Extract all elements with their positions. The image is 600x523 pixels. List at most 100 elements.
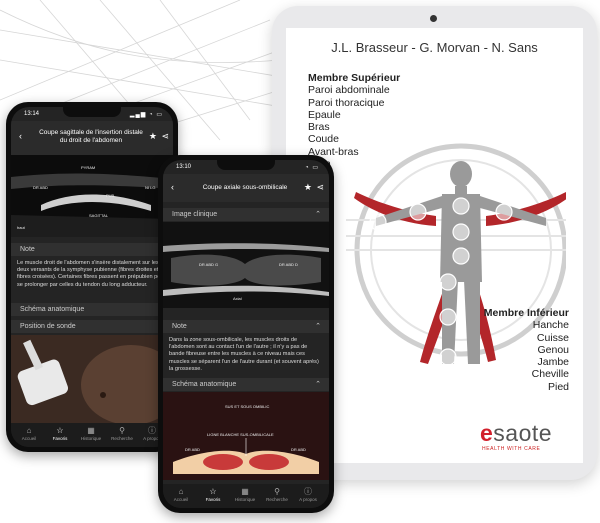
tab-recherche[interactable]: ⚲ Recherche xyxy=(105,426,139,441)
favorite-star-icon[interactable]: ★ xyxy=(304,182,312,193)
share-icon[interactable]: ⋖ xyxy=(161,131,169,142)
esaote-logo: esaote HEALTH WITH CARE xyxy=(466,420,578,456)
schema-label-linea: LIGNE BLANCHE SUS-OMBILICALE xyxy=(207,432,274,437)
inferior-item[interactable]: Jambe xyxy=(484,356,569,368)
superior-item[interactable]: Paroi thoracique xyxy=(308,97,400,109)
inferior-item[interactable]: Cheville xyxy=(484,368,569,380)
tablet-camera xyxy=(430,15,437,22)
favorite-star-icon[interactable]: ★ xyxy=(149,131,157,142)
tab-historique[interactable]: ▦ Historique xyxy=(74,426,108,441)
tab-a-propos[interactable]: ⓘ A propos xyxy=(291,487,325,502)
ultrasound-image: DR ABD G DR ABD D Axial xyxy=(163,222,329,308)
home-icon: ⌂ xyxy=(26,426,32,435)
note-text: Dans la zone sous-ombilicale, les muscle… xyxy=(169,337,319,372)
position-section-header[interactable]: Position de sonde xyxy=(11,320,173,333)
us-label-pub: PUB xyxy=(106,193,115,198)
esaote-name: saote xyxy=(493,420,553,446)
tab-favoris[interactable]: ☆ Favoris xyxy=(196,487,230,502)
back-chevron-icon[interactable]: ‹ xyxy=(171,182,174,192)
esaote-wordmark: esaote xyxy=(480,420,552,447)
chevron-up-icon: ⌃ xyxy=(315,381,321,388)
us-label-dr-abd-g: DR ABD G xyxy=(199,262,219,267)
phone-left: 13:14 ▂▄▆ ◔ ▭ ‹ Coupe sagittale de l'ins… xyxy=(6,102,178,452)
superior-item[interactable]: Avant-bras xyxy=(308,146,400,158)
schema-heading: Schéma anatomique xyxy=(20,306,85,313)
membre-inferieur-list: Membre Inférieur Hanche Cuisse Genou Jam… xyxy=(484,307,569,393)
superior-item[interactable]: Bras xyxy=(308,121,400,133)
us-label-haut: haut xyxy=(17,225,25,230)
membre-superieur-title[interactable]: Membre Supérieur xyxy=(308,72,400,84)
inferior-item[interactable]: Pied xyxy=(484,381,569,393)
page-title: Coupe sagittale de l'insertion distale d… xyxy=(39,129,143,144)
note-heading: Note xyxy=(20,246,35,253)
us-label-dr-abd: DR ABD xyxy=(33,185,48,190)
esaote-initial: e xyxy=(480,420,494,446)
tab-accueil[interactable]: ⌂ Accueil xyxy=(12,426,46,441)
membre-superieur-list: Membre Supérieur Paroi abdominale Paroi … xyxy=(308,72,400,170)
us-label-pyram: PYRAM xyxy=(81,165,96,170)
ultrasound-image: PYRAM DR ABD PUB NI LG SAGITTAL haut xyxy=(11,155,173,237)
position-heading: Position de sonde xyxy=(20,323,76,330)
tab-recherche[interactable]: ⚲ Recherche xyxy=(260,487,294,502)
authors-title: J.L. Brasseur - G. Morvan - N. Sans xyxy=(331,40,538,55)
phone-notch xyxy=(217,160,275,170)
schema-heading: Schéma anatomique xyxy=(172,381,237,388)
back-chevron-icon[interactable]: ‹ xyxy=(19,131,22,141)
note-section-header[interactable]: Note xyxy=(11,243,173,256)
chevron-up-icon: ⌃ xyxy=(315,323,321,330)
inferior-item[interactable]: Genou xyxy=(484,344,569,356)
schema-label-top: SUS ET SOUS OMBILIC xyxy=(225,404,270,409)
tab-historique[interactable]: ▦ Historique xyxy=(228,487,262,502)
superior-item[interactable]: Paroi abdominale xyxy=(308,84,400,96)
status-icons: ▂▄▆ ◔ ▭ xyxy=(129,112,163,118)
note-heading: Note xyxy=(172,323,187,330)
probe-position-photo xyxy=(11,335,173,423)
nav-bar: ‹ Coupe axiale sous-ombilicale ★ ⋖ xyxy=(163,174,329,202)
info-icon: ⓘ xyxy=(304,487,312,496)
membre-inferieur-title[interactable]: Membre Inférieur xyxy=(484,307,569,319)
nav-bar: ‹ Coupe sagittale de l'insertion distale… xyxy=(11,121,173,155)
note-section-header[interactable]: Note ⌃ xyxy=(163,320,329,333)
chevron-up-icon: ⌃ xyxy=(315,211,321,218)
phone-right: 13:10 ◔ ▭ ‹ Coupe axiale sous-ombilicale… xyxy=(158,155,334,513)
tab-label: Recherche xyxy=(266,497,288,502)
note-text: Le muscle droit de l'abdomen s'insère di… xyxy=(17,260,166,288)
share-icon[interactable]: ⋖ xyxy=(316,182,324,193)
tab-favoris[interactable]: ☆ Favoris xyxy=(43,426,77,441)
star-icon: ☆ xyxy=(209,487,217,496)
tab-label: Accueil xyxy=(21,436,37,441)
inferior-item[interactable]: Cuisse xyxy=(484,332,569,344)
us-label-sagittal: SAGITTAL xyxy=(89,213,109,218)
tab-bar: ⌂ Accueil ☆ Favoris ▦ Historique ⚲ Recherche… xyxy=(163,484,329,508)
inferior-item[interactable]: Hanche xyxy=(484,319,569,331)
clinical-section-header[interactable]: Image clinique ⌃ xyxy=(163,208,329,221)
schema-label-right: DR ABD xyxy=(291,447,306,452)
tab-label: Historique xyxy=(234,497,256,502)
search-icon: ⚲ xyxy=(119,426,125,435)
probe-photo-drawing xyxy=(11,335,173,423)
us-label-axial: Axial xyxy=(233,296,242,301)
schema-label-left: DR ABD xyxy=(185,447,200,452)
page-title: Coupe axiale sous-ombilicale xyxy=(202,184,288,191)
calendar-icon: ▦ xyxy=(241,487,249,496)
tab-accueil[interactable]: ⌂ Accueil xyxy=(164,487,198,502)
superior-item[interactable]: Coude xyxy=(308,133,400,145)
us-label-ni: NI LG xyxy=(145,185,156,190)
superior-item[interactable]: Epaule xyxy=(308,109,400,121)
schema-section-header[interactable]: Schéma anatomique xyxy=(11,303,173,316)
tab-label: A propos xyxy=(299,497,317,502)
home-icon: ⌂ xyxy=(178,487,184,496)
status-time: 13:14 xyxy=(24,111,40,117)
phone-right-screen: 13:10 ◔ ▭ ‹ Coupe axiale sous-ombilicale… xyxy=(163,160,329,508)
tab-label: Recherche xyxy=(111,436,133,441)
esaote-tagline: HEALTH WITH CARE xyxy=(482,446,541,452)
ultrasound-texture xyxy=(163,222,329,308)
phone-notch xyxy=(63,107,121,117)
status-time: 13:10 xyxy=(176,164,192,170)
calendar-icon: ▦ xyxy=(87,426,95,435)
us-label-dr-abd-d: DR ABD D xyxy=(279,262,298,267)
tab-label: Historique xyxy=(80,436,102,441)
star-icon: ☆ xyxy=(56,426,64,435)
schema-section-header[interactable]: Schéma anatomique ⌃ xyxy=(163,378,329,391)
clinical-heading: Image clinique xyxy=(172,211,218,218)
